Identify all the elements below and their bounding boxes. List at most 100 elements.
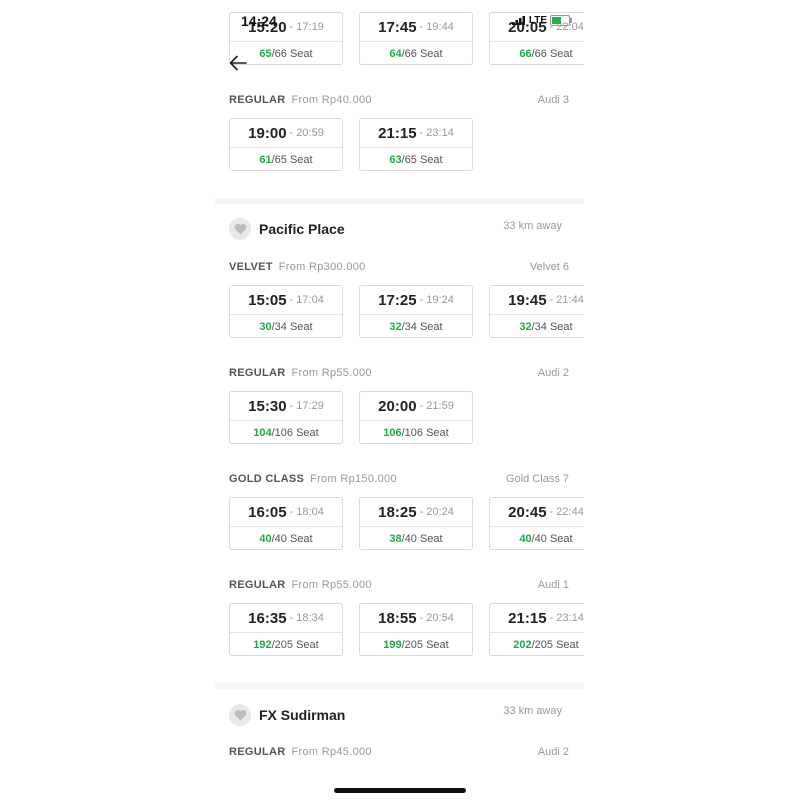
- seats-total: /205 Seat: [271, 639, 319, 651]
- start-time: 19:00: [248, 124, 287, 142]
- start-time: 16:05: [248, 503, 287, 521]
- studio-type: REGULAR: [229, 746, 286, 758]
- showtime-slot[interactable]: 17:45- 19:44 64/66 Seat: [359, 12, 473, 65]
- seats-available: 199: [383, 639, 402, 651]
- start-time: 15:05: [248, 291, 287, 309]
- cinema-card: Pacific Place 33 km away VELVET From Rp30…: [215, 204, 584, 683]
- showtime-slot[interactable]: 18:55- 20:54 199/205 Seat: [359, 603, 473, 656]
- status-indicators: LTE: [511, 15, 572, 26]
- cinema-distance: 33 km away: [503, 705, 562, 717]
- price-from: From Rp150.000: [310, 473, 397, 485]
- seats-available: 106: [383, 427, 402, 439]
- audi-label: Audi 1: [537, 579, 569, 591]
- end-time: 19:44: [426, 21, 454, 33]
- audi-label: Audi 3: [537, 94, 569, 106]
- start-time: 21:15: [508, 609, 547, 627]
- seats-total: /34 Seat: [401, 321, 443, 333]
- seats-total: /66 Seat: [271, 48, 313, 60]
- showtime-slot[interactable]: 20:00- 21:59 106/106 Seat: [359, 391, 473, 444]
- seats-available: 192: [253, 639, 272, 651]
- end-time: 18:04: [296, 506, 324, 518]
- seats-total: /66 Seat: [531, 48, 573, 60]
- seats-total: /40 Seat: [271, 533, 313, 545]
- end-time: 21:59: [426, 400, 454, 412]
- showtime-slot[interactable]: 17:25- 19:24 32/34 Seat: [359, 285, 473, 338]
- audi-label: Gold Class 7: [506, 473, 569, 485]
- showtime-slot[interactable]: 16:35- 18:34 192/205 Seat: [229, 603, 343, 656]
- studio-type: REGULAR: [229, 94, 286, 106]
- studio-type: REGULAR: [229, 579, 286, 591]
- seats-available: 104: [253, 427, 272, 439]
- price-from: From Rp40.000: [291, 94, 372, 106]
- start-time: 16:35: [248, 609, 287, 627]
- end-time: 20:54: [426, 612, 454, 624]
- cinema-name[interactable]: Pacific Place: [259, 221, 345, 237]
- row-label: REGULAR From Rp55.000: [229, 367, 372, 379]
- showtime-slot[interactable]: 15:05- 17:04 30/34 Seat: [229, 285, 343, 338]
- seats-total: /34 Seat: [271, 321, 313, 333]
- phone-screen: 15:20- 17:19 65/66 Seat 17:45- 19:44 64/…: [215, 0, 584, 800]
- end-time: 23:14: [426, 127, 454, 139]
- battery-icon: [550, 15, 572, 26]
- back-arrow-icon[interactable]: [227, 52, 249, 74]
- seats-total: /66 Seat: [401, 48, 443, 60]
- seats-available: 40: [519, 533, 532, 545]
- row-label: GOLD CLASS From Rp150.000: [229, 473, 397, 485]
- cinema-header: Pacific Place: [229, 218, 345, 240]
- cinema-name[interactable]: FX Sudirman: [259, 707, 345, 723]
- cinema-card: FX Sudirman 33 km away REGULAR From Rp45.…: [215, 689, 584, 800]
- end-time: 20:59: [296, 127, 324, 139]
- cinema-card: 15:20- 17:19 65/66 Seat 17:45- 19:44 64/…: [215, 0, 584, 198]
- end-time: 17:19: [296, 21, 324, 33]
- price-from: From Rp45.000: [291, 746, 372, 758]
- showtime-slot[interactable]: 20:45- 22:44 40/40 Seat: [489, 497, 584, 550]
- showtime-slot[interactable]: 19:00- 20:59 61/65 Seat: [229, 118, 343, 171]
- status-time: 14:24: [241, 13, 277, 29]
- favorite-heart-icon[interactable]: [229, 218, 251, 240]
- home-indicator[interactable]: [334, 788, 466, 793]
- network-label: LTE: [528, 15, 547, 26]
- showtime-slot[interactable]: 21:15- 23:14 202/205 Seat: [489, 603, 584, 656]
- start-time: 21:15: [378, 124, 417, 142]
- showtime-slot[interactable]: 21:15- 23:14 63/65 Seat: [359, 118, 473, 171]
- end-time: 22:44: [556, 506, 584, 518]
- price-from: From Rp55.000: [291, 579, 372, 591]
- showtime-slot[interactable]: 18:25- 20:24 38/40 Seat: [359, 497, 473, 550]
- seats-available: 202: [513, 639, 532, 651]
- row-label: REGULAR From Rp55.000: [229, 579, 372, 591]
- price-from: From Rp300.000: [278, 261, 366, 273]
- seats-total: /65 Seat: [271, 154, 313, 166]
- start-time: 17:45: [378, 18, 417, 36]
- audi-label: Audi 2: [537, 367, 569, 379]
- end-time: 17:29: [296, 400, 324, 412]
- showtime-slot[interactable]: 19:45- 21:44 32/34 Seat: [489, 285, 584, 338]
- end-time: 23:14: [556, 612, 584, 624]
- seats-total: /34 Seat: [531, 321, 573, 333]
- start-time: 19:45: [508, 291, 547, 309]
- price-from: From Rp55.000: [291, 367, 372, 379]
- showtime-slot[interactable]: 16:05- 18:04 40/40 Seat: [229, 497, 343, 550]
- seats-available: 40: [259, 533, 272, 545]
- seats-total: /106 Seat: [271, 427, 319, 439]
- favorite-heart-icon[interactable]: [229, 704, 251, 726]
- seats-total: /205 Seat: [401, 639, 449, 651]
- row-label: VELVET From Rp300.000: [229, 261, 366, 273]
- end-time: 20:24: [426, 506, 454, 518]
- showtime-slot[interactable]: 15:30- 17:29 104/106 Seat: [229, 391, 343, 444]
- start-time: 18:25: [378, 503, 417, 521]
- seats-total: /40 Seat: [531, 533, 573, 545]
- start-time: 20:00: [378, 397, 417, 415]
- seats-total: /40 Seat: [401, 533, 443, 545]
- studio-type: REGULAR: [229, 367, 286, 379]
- cinema-header: FX Sudirman: [229, 704, 345, 726]
- seats-available: 66: [519, 48, 532, 60]
- seats-available: 38: [389, 533, 402, 545]
- start-time: 20:45: [508, 503, 547, 521]
- studio-type: VELVET: [229, 261, 273, 273]
- seats-total: /65 Seat: [401, 154, 443, 166]
- cinema-distance: 33 km away: [503, 220, 562, 232]
- start-time: 18:55: [378, 609, 417, 627]
- seats-available: 32: [389, 321, 402, 333]
- seats-available: 63: [389, 154, 402, 166]
- seats-available: 30: [259, 321, 272, 333]
